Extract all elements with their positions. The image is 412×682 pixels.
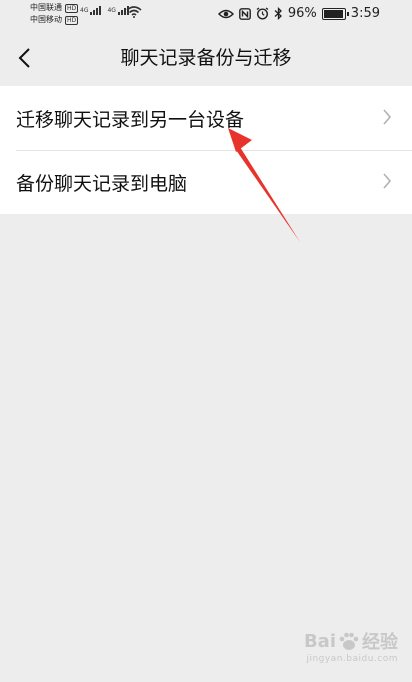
paw-icon (339, 632, 359, 650)
hd-badge-2: HD (65, 15, 79, 25)
nav-bar: 聊天记录备份与迁移 (0, 30, 412, 86)
backup-to-pc-item[interactable]: 备份聊天记录到电脑 (0, 150, 412, 214)
alarm-icon (256, 7, 269, 20)
baidu-watermark: Bai 经验 jingyan.baidu.com (304, 628, 398, 665)
menu-list: 迁移聊天记录到另一台设备 备份聊天记录到电脑 (0, 86, 412, 214)
carrier-row-1: 中国联通 HD (30, 2, 79, 14)
page-title: 聊天记录备份与迁移 (120, 47, 292, 69)
status-bar: 中国联通 HD 中国移动 HD 4G 4G 96% 3:59 (0, 0, 412, 30)
signal-indicators: 4G 4G (80, 6, 129, 15)
watermark-brand-left: Bai (303, 630, 336, 652)
battery-icon (321, 7, 349, 20)
nfc-icon (238, 7, 251, 20)
clock: 3:59 (350, 6, 380, 21)
bluetooth-icon (274, 7, 282, 20)
status-right: 96% 3:59 (217, 6, 380, 21)
list-item-label: 备份聊天记录到电脑 (16, 172, 188, 195)
network-type-1: 4G (80, 7, 89, 14)
carrier-row-2: 中国移动 HD (30, 14, 79, 26)
chevron-right-icon (383, 173, 392, 189)
carrier-1-name: 中国联通 (30, 3, 62, 12)
network-type-2: 4G (107, 7, 116, 14)
battery-percent: 96% (287, 6, 317, 21)
hd-badge-1: HD (65, 3, 79, 13)
wifi-icon (126, 6, 142, 18)
watermark-url: jingyan.baidu.com (306, 654, 398, 664)
signal-icon: 4G (80, 6, 102, 15)
chevron-left-icon (18, 48, 30, 68)
back-button[interactable] (6, 40, 42, 76)
chevron-right-icon (383, 109, 392, 125)
migrate-chat-history-item[interactable]: 迁移聊天记录到另一台设备 (0, 86, 412, 150)
eye-icon (217, 9, 234, 18)
watermark-logo: Bai 经验 (304, 628, 398, 654)
list-item-label: 迁移聊天记录到另一台设备 (16, 108, 245, 131)
carrier-info: 中国联通 HD 中国移动 HD (30, 2, 79, 26)
carrier-2-name: 中国移动 (30, 15, 62, 24)
watermark-brand-right: 经验 (362, 632, 398, 653)
